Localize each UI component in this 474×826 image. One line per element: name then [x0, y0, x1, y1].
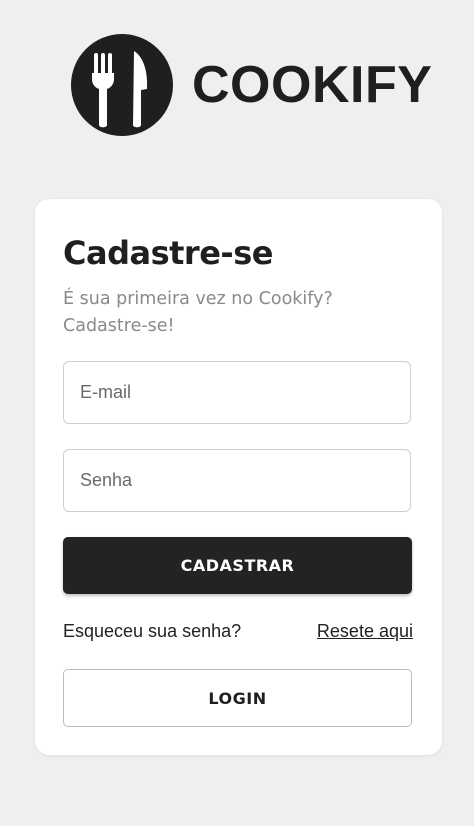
password-field [63, 449, 411, 512]
page-subtitle: É sua primeira vez no Cookify? Cadastre-… [63, 289, 333, 336]
login-button[interactable]: LOGIN [63, 669, 412, 727]
app-logo: COOKIFY [70, 33, 432, 137]
brand-name: COOKIFY [192, 56, 433, 114]
email-field [63, 361, 411, 424]
page-title: Cadastre-se [63, 234, 273, 272]
reset-password-link[interactable]: Resete aqui [317, 621, 413, 642]
forgot-password-text: Esqueceu sua senha? [63, 620, 242, 641]
signup-button[interactable]: CADASTRAR [63, 537, 412, 594]
email-input[interactable] [64, 362, 410, 423]
fork-knife-icon [70, 33, 174, 137]
forgot-password-row: Esqueceu sua senha? Resete aqui [63, 619, 413, 643]
signup-card: Cadastre-se É sua primeira vez no Cookif… [35, 199, 442, 755]
password-input[interactable] [64, 450, 410, 511]
